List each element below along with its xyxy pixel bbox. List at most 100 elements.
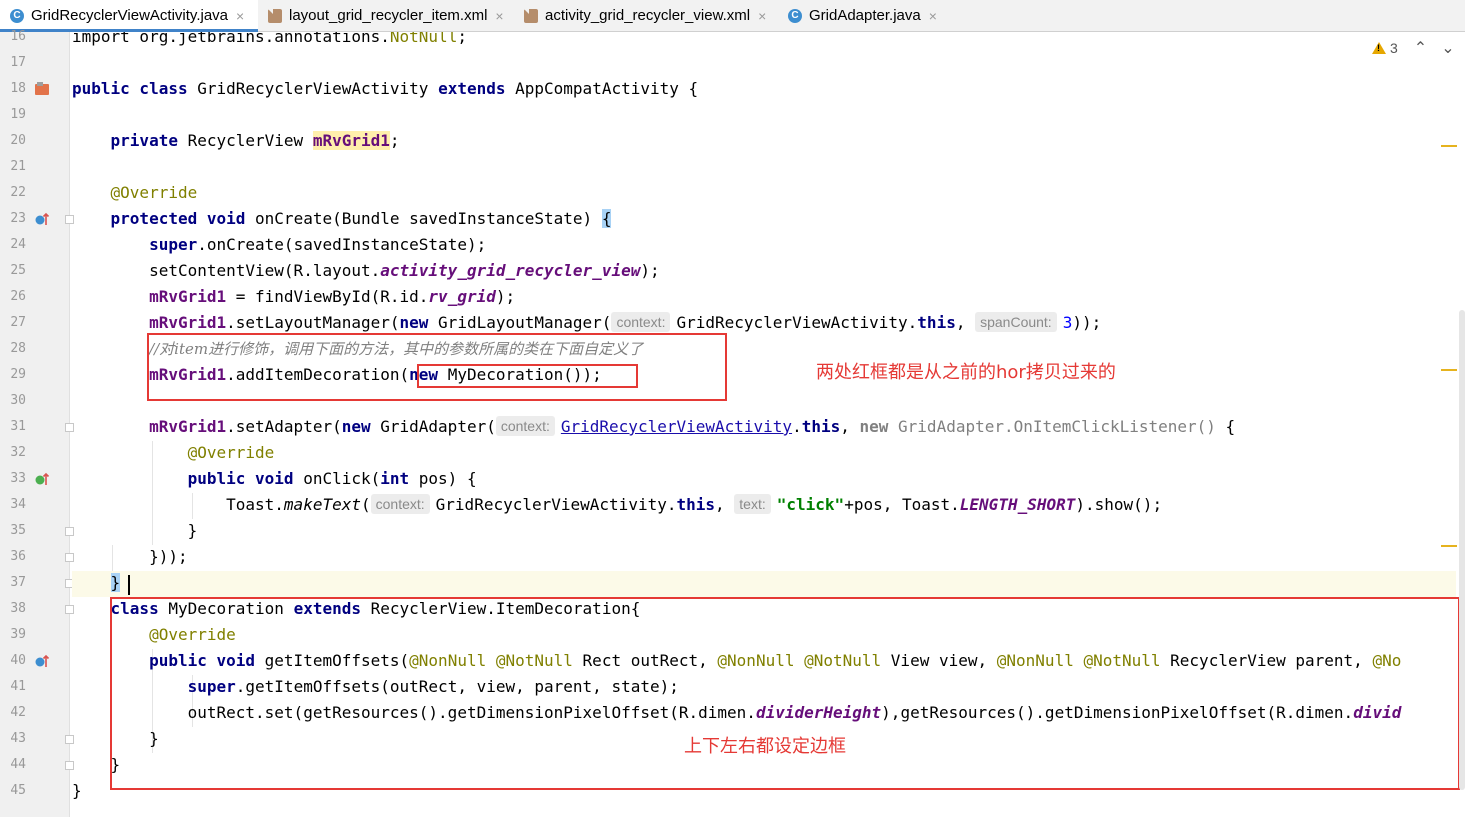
code-token: } [72,781,82,800]
code-token: this [676,495,716,514]
code-token: +pos, Toast. [844,495,960,514]
code-token: setContentView(R.layout. [72,261,381,280]
code-token: { [601,209,612,228]
code-line[interactable]: public class GridRecyclerViewActivity ex… [72,76,698,102]
close-tab-icon[interactable]: × [758,8,766,24]
editor-tab[interactable]: C GridRecyclerViewActivity.java × [0,0,258,32]
code-token: rv_grid [428,287,496,306]
parameter-hint: context: [370,494,430,514]
close-tab-icon[interactable]: × [495,8,503,24]
code-line[interactable]: protected void onCreate(Bundle savedInst… [72,206,612,232]
line-number: 38 [10,601,26,616]
code-token: ).show(); [1075,495,1163,514]
parameter-hint: context: [611,312,671,332]
code-line[interactable]: mRvGrid1 = findViewById(R.id.rv_grid); [72,284,515,310]
line-number: 25 [10,263,26,278]
xml-file-icon [524,8,538,23]
layout-link-icon[interactable] [34,81,50,101]
code-token: GridAdapter( [380,417,496,436]
code-token: 3 [1062,313,1073,332]
code-token: private [110,131,188,150]
code-line[interactable]: import org.jetbrains.annotations.NotNull… [72,32,467,50]
code-token: ; [389,131,400,150]
code-line[interactable]: Toast.makeText(context: GridRecyclerViewA… [72,492,1162,518]
code-token: GridRecyclerViewActivity. [676,313,918,332]
code-token: @Override [110,183,198,202]
red-box-decoration-class [110,597,1460,790]
code-token: .setLayoutManager( [226,313,400,332]
code-token: NotNull [389,32,458,46]
editor-tab[interactable]: C GridAdapter.java × [778,0,958,31]
code-token: ); [495,287,516,306]
line-number: 29 [10,367,26,382]
code-token: Toast. [72,495,284,514]
code-token: makeText [283,495,361,514]
line-number: 34 [10,497,26,512]
code-line[interactable]: } [72,518,198,544]
override-method-icon[interactable] [34,211,50,231]
editor-tab[interactable]: activity_grid_recycler_view.xml × [514,0,778,31]
code-token: GridRecyclerViewActivity [197,79,439,98]
warning-stripe[interactable] [1441,145,1457,147]
inspection-widget[interactable]: 3 ⌃ ⌄ [1372,38,1455,58]
vertical-scrollbar[interactable] [1459,310,1465,790]
editor-tab[interactable]: layout_grid_recycler_item.xml × [258,0,514,31]
override-method-icon[interactable] [34,653,50,673]
code-token: new [341,417,381,436]
line-number: 36 [10,549,26,564]
line-number: 28 [10,341,26,356]
code-token: this [801,417,841,436]
code-token: new [859,417,899,436]
code-token: ( [360,495,371,514]
code-line[interactable]: mRvGrid1.setAdapter(new GridAdapter(cont… [72,414,1235,440]
xml-file-icon [268,8,282,23]
next-highlight-icon[interactable]: ⌄ [1441,38,1454,58]
implement-method-icon[interactable] [34,471,50,491]
code-line[interactable]: super.onCreate(savedInstanceState); [72,232,486,258]
code-token: "click" [776,495,845,514]
code-token: LENGTH_SHORT [959,495,1076,514]
code-token: GridRecyclerViewActivity. [435,495,677,514]
code-token: .onCreate(savedInstanceState); [197,235,487,254]
line-number: 42 [10,705,26,720]
line-number: 30 [10,393,26,408]
parameter-hint: text: [734,494,771,514]
code-token: } [110,573,121,592]
code-line[interactable]: } [72,778,82,804]
warning-stripe[interactable] [1441,545,1457,547]
line-number: 33 [10,471,26,486]
line-number: 32 [10,445,26,460]
line-number: 43 [10,731,26,746]
code-token: super [149,235,198,254]
code-line[interactable]: @Override [72,180,198,206]
close-tab-icon[interactable]: × [929,8,937,24]
code-line[interactable]: public void onClick(int pos) { [72,466,477,492]
red-box-new-decoration [417,364,638,388]
code-token: RecyclerView [187,131,313,150]
code-line[interactable]: } [72,570,121,596]
code-token: GridAdapter.OnItemClickListener() [898,417,1226,436]
line-number: 26 [10,289,26,304]
code-line[interactable]: })); [72,544,188,570]
code-token: new [399,313,439,332]
code-line[interactable]: setContentView(R.layout.activity_grid_re… [72,258,660,284]
line-number: 37 [10,575,26,590]
code-line[interactable]: private RecyclerView mRvGrid1; [72,128,400,154]
code-line[interactable]: @Override [72,440,275,466]
code-token: public void [187,469,304,488]
previous-highlight-icon[interactable]: ⌃ [1414,38,1427,58]
code-token: { [1225,417,1236,436]
warning-stripe[interactable] [1441,369,1457,371]
line-number: 24 [10,237,26,252]
parameter-hint: spanCount: [975,312,1057,332]
close-tab-icon[interactable]: × [236,8,244,24]
code-token: onClick( [303,469,381,488]
code-token: , [955,313,976,332]
line-number: 27 [10,315,26,330]
